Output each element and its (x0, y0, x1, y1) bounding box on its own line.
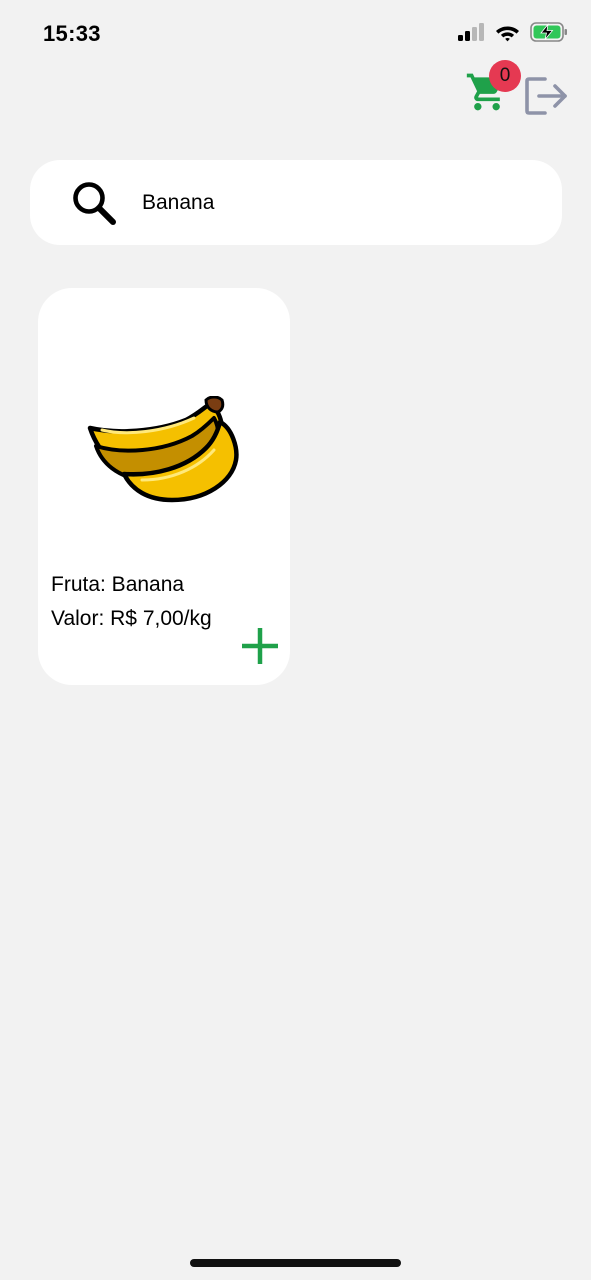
wifi-icon (496, 26, 519, 41)
home-indicator[interactable] (190, 1259, 401, 1267)
product-card[interactable]: Fruta: Banana Valor: R$ 7,00/kg (38, 288, 290, 685)
signal-icon (458, 23, 484, 41)
header-actions: 0 (465, 60, 575, 120)
battery-charging-icon (530, 22, 567, 42)
add-to-cart-button[interactable] (239, 625, 281, 667)
product-price: Valor: R$ 7,00/kg (51, 607, 212, 630)
search-icon (73, 182, 116, 225)
plus-icon (242, 628, 278, 664)
cart-count-badge: 0 (489, 60, 521, 92)
search-input[interactable] (142, 185, 522, 221)
banana-image (87, 396, 239, 503)
product-name: Fruta: Banana (51, 573, 185, 596)
logout-button[interactable] (525, 76, 569, 116)
logout-icon (525, 77, 567, 115)
status-time: 15:33 (43, 21, 101, 46)
search-bar[interactable] (30, 160, 562, 245)
status-icons (458, 22, 568, 42)
